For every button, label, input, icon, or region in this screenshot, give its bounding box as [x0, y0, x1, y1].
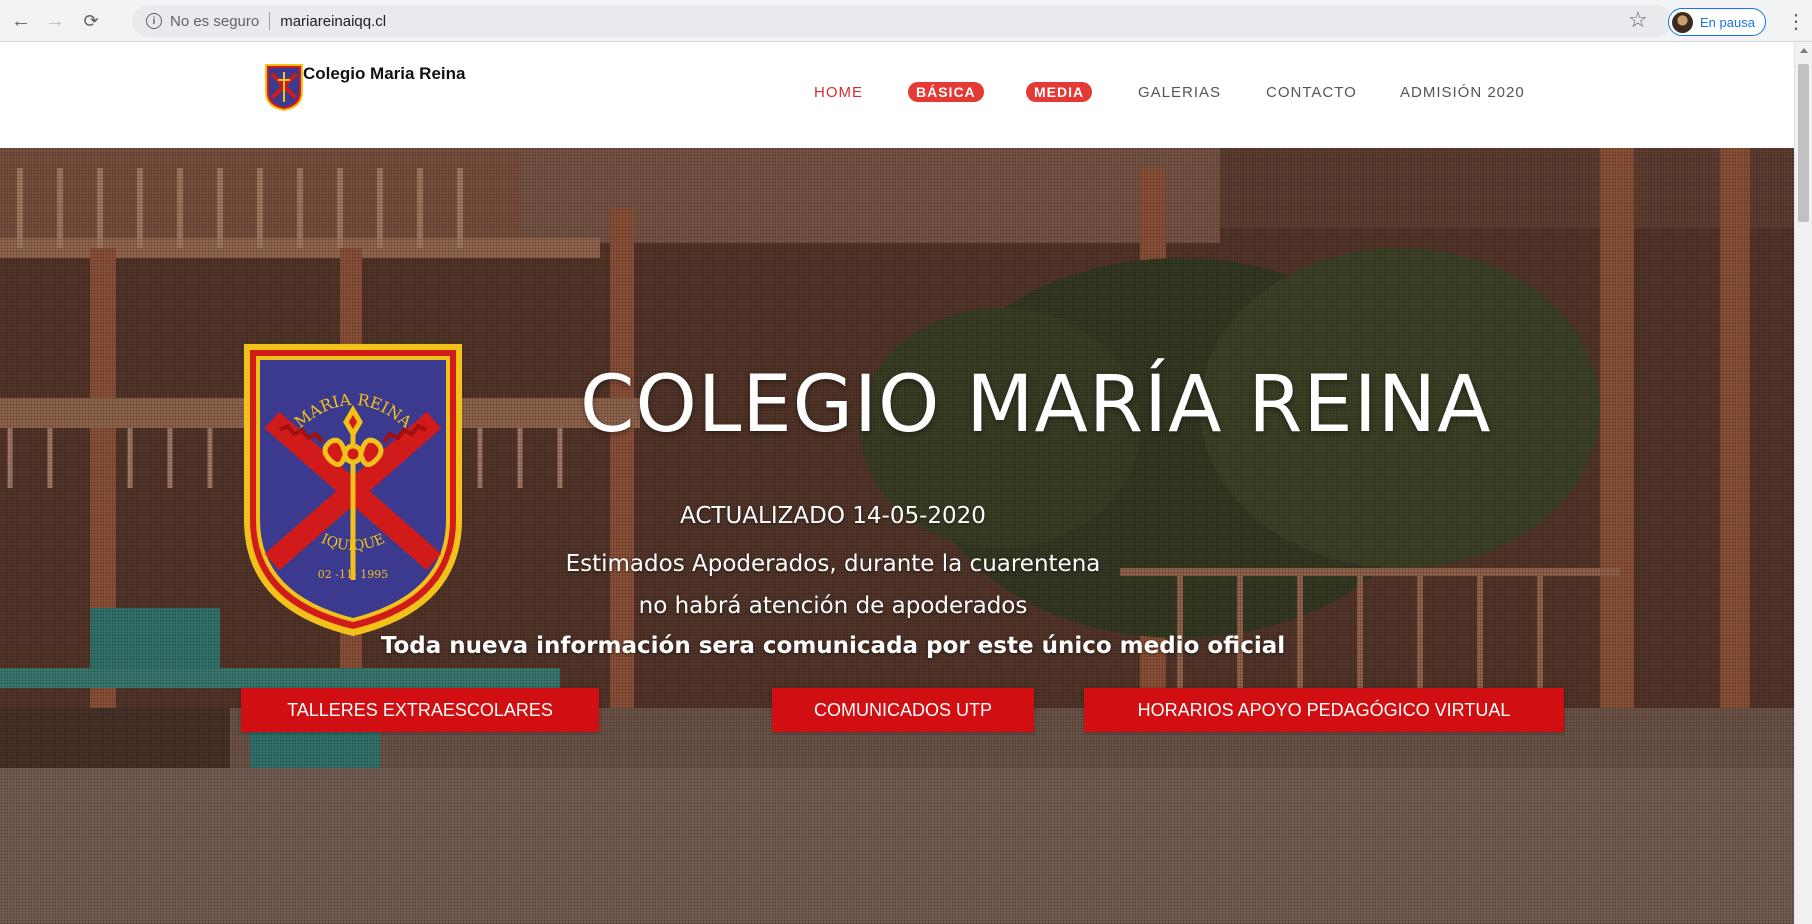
url-text[interactable]: mariareinaiqq.cl: [280, 13, 386, 30]
site-brand[interactable]: Colegio Maria Reina: [303, 64, 465, 84]
site-header: Colegio Maria Reina HOME BÁSICA MEDIA GA…: [0, 42, 1794, 148]
menu-item-contacto[interactable]: CONTACTO: [1266, 84, 1357, 101]
hero-section: MARIA REINA IQUIQUE 02 -11- 1995 COLEGIO…: [0, 148, 1794, 924]
scroll-up-arrow-icon[interactable]: [1800, 48, 1808, 53]
menu-item-basica[interactable]: BÁSICA: [908, 82, 984, 102]
back-arrow-icon[interactable]: ←: [8, 8, 34, 34]
forward-arrow-icon[interactable]: →: [42, 8, 68, 34]
horarios-apoyo-button[interactable]: HORARIOS APOYO PEDAGÓGICO VIRTUAL: [1084, 688, 1564, 732]
address-separator: [269, 12, 271, 30]
menu-item-media[interactable]: MEDIA: [1026, 82, 1093, 102]
talleres-extraescolares-button[interactable]: TALLERES EXTRAESCOLARES: [241, 688, 599, 732]
menu-item-home[interactable]: HOME: [814, 84, 863, 101]
scrollbar-thumb[interactable]: [1798, 64, 1809, 222]
menu-item-galerias[interactable]: GALERIAS: [1138, 84, 1221, 101]
menu-kebab-icon[interactable]: ⋮: [1786, 9, 1806, 34]
hero-title: COLEGIO MARÍA REINA: [580, 360, 1492, 450]
browser-toolbar: ← → ⟳ i No es seguro mariareinaiqq.cl ☆ …: [0, 0, 1812, 42]
address-bar[interactable]: i No es seguro mariareinaiqq.cl: [132, 5, 1672, 37]
bookmark-star-icon[interactable]: ☆: [1628, 7, 1648, 33]
profile-button[interactable]: En pausa: [1668, 8, 1766, 36]
page-scrollbar[interactable]: [1794, 42, 1812, 924]
notice-line-3: Toda nueva información sera comunicada p…: [380, 633, 1286, 659]
avatar: [1672, 11, 1693, 33]
menu-item-admision[interactable]: ADMISIÓN 2020: [1400, 84, 1525, 101]
info-icon[interactable]: i: [146, 13, 162, 29]
comunicados-utp-button[interactable]: COMUNICADOS UTP: [772, 688, 1034, 732]
notice-line-1: Estimados Apoderados, durante la cuarent…: [565, 551, 1101, 577]
notice-line-2: no habrá atención de apoderados: [638, 593, 1028, 619]
update-date-text: ACTUALIZADO 14-05-2020: [680, 503, 986, 529]
reload-icon[interactable]: ⟳: [78, 8, 104, 34]
profile-status: En pausa: [1700, 14, 1755, 30]
browser-window: ← → ⟳ i No es seguro mariareinaiqq.cl ☆ …: [0, 0, 1812, 924]
security-label: No es seguro: [170, 12, 260, 30]
school-logo-small[interactable]: [263, 62, 305, 112]
